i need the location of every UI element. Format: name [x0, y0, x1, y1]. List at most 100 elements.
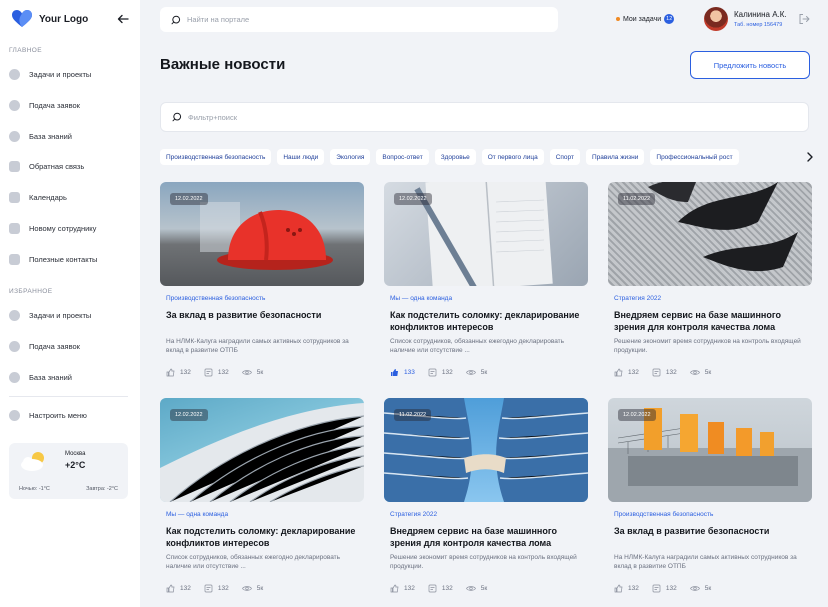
logo-text: Your Logo	[39, 13, 89, 25]
comment-count: 132	[441, 585, 453, 592]
comment-icon	[428, 584, 437, 593]
sidebar-item-calendar[interactable]: Календарь	[9, 189, 131, 205]
info-icon	[9, 130, 20, 142]
favorite-item-requests[interactable]: Подача заявок	[9, 338, 131, 354]
view-count: 5к	[480, 369, 488, 376]
like-button[interactable]: 132	[166, 584, 191, 593]
sidebar-item-label: Календарь	[29, 192, 67, 202]
thumbs-up-icon	[166, 368, 175, 377]
sidebar-item-requests[interactable]: Подача заявок	[9, 97, 131, 113]
views: 5к	[689, 584, 711, 593]
news-image: 12.02.2022	[384, 182, 588, 286]
settings-menu-label: Настроить меню	[29, 410, 87, 420]
favorite-item-tasks[interactable]: Задачи и проекты	[9, 307, 131, 323]
sidebar-item-knowledge[interactable]: База знаний	[9, 128, 131, 144]
category-chip[interactable]: От первого лица	[481, 149, 544, 165]
news-title[interactable]: Внедряем сервис на базе машинного зрения…	[614, 309, 810, 333]
comments-button[interactable]: 132	[204, 584, 229, 593]
news-stats: 132 132 5к	[166, 584, 276, 593]
news-category[interactable]: Мы — одна команда	[166, 511, 228, 518]
category-chip[interactable]: Профессиональный рост	[650, 149, 739, 165]
category-chip[interactable]: Правила жизни	[586, 149, 645, 165]
comments-button[interactable]: 132	[652, 368, 677, 377]
news-category[interactable]: Производственная безопасность	[166, 295, 265, 302]
my-tasks-button[interactable]: Мои задачи 12	[616, 14, 675, 24]
news-stats: 132 132 5к	[390, 584, 500, 593]
news-category[interactable]: Производственная безопасность	[614, 511, 713, 518]
favorite-item-knowledge[interactable]: База знаний	[9, 369, 131, 385]
comment-icon	[204, 584, 213, 593]
news-category[interactable]: Мы — одна команда	[390, 295, 452, 302]
news-image: 11.02.2022	[608, 182, 812, 286]
heart-logo-icon	[12, 10, 32, 27]
settings-menu-button[interactable]: Настроить меню	[9, 407, 131, 423]
category-chip[interactable]: Экология	[330, 149, 371, 165]
category-chip[interactable]: Спорт	[549, 149, 580, 165]
propose-news-button[interactable]: Предложить новость	[690, 51, 810, 79]
comments-button[interactable]: 132	[204, 368, 229, 377]
collapse-sidebar-icon[interactable]	[116, 12, 130, 26]
logo[interactable]: Your Logo	[12, 10, 130, 28]
news-description: Список сотрудников, обязанных ежегодно д…	[390, 338, 565, 354]
comments-button[interactable]: 132	[428, 368, 453, 377]
comment-icon	[652, 584, 661, 593]
chips-fade	[760, 149, 794, 165]
search-icon	[171, 15, 181, 24]
news-title[interactable]: За вклад в развитие безопасности	[166, 309, 362, 321]
news-card[interactable]: 12.02.2022 Мы — одна команда Как подстел…	[160, 398, 364, 598]
avatar[interactable]	[704, 7, 728, 31]
category-chip[interactable]: Производственная безопасность	[160, 149, 272, 165]
news-category[interactable]: Стратегия 2022	[614, 295, 661, 302]
category-chip[interactable]: Здоровье	[434, 149, 476, 165]
eye-icon	[689, 370, 700, 375]
news-description: Решение экономит время сотрудников на ко…	[614, 338, 801, 354]
like-button[interactable]: 132	[614, 584, 639, 593]
news-description: На НЛМК-Калуга наградили самых активных …	[614, 554, 797, 570]
sidebar-item-newcomer[interactable]: Новому сотруднику	[9, 220, 131, 236]
news-card[interactable]: 11.02.2022 Стратегия 2022 Внедряем серви…	[608, 182, 812, 382]
users-icon	[9, 99, 20, 111]
news-description: Список сотрудников, обязанных ежегодно д…	[166, 554, 341, 570]
news-category[interactable]: Стратегия 2022	[390, 511, 437, 518]
like-button[interactable]: 133	[390, 368, 415, 377]
category-chip[interactable]: Вопрос-ответ	[376, 149, 429, 165]
filter-search-input[interactable]	[188, 112, 488, 122]
news-card[interactable]: 12.02.2022 Мы — одна команда Как подстел…	[384, 182, 588, 382]
portal-search[interactable]	[160, 7, 558, 32]
users-icon	[9, 340, 20, 352]
like-button[interactable]: 132	[166, 368, 191, 377]
category-chip[interactable]: Наши люди	[277, 149, 325, 165]
gear-icon	[9, 409, 20, 421]
news-description: Решение экономит время сотрудников на ко…	[390, 554, 577, 570]
news-title[interactable]: Как подстелить соломку: декларирование к…	[166, 525, 362, 549]
user-id: Таб. номер 156479	[734, 22, 783, 28]
comments-button[interactable]: 132	[428, 584, 453, 593]
filter-search[interactable]	[160, 102, 809, 132]
info-icon	[9, 371, 20, 383]
sidebar-item-label: Подача заявок	[29, 100, 80, 110]
comments-button[interactable]: 132	[652, 584, 677, 593]
tasks-status-dot	[616, 17, 620, 21]
like-button[interactable]: 132	[614, 368, 639, 377]
sidebar-item-feedback[interactable]: Обратная связь	[9, 158, 131, 174]
sidebar-item-tasks[interactable]: Задачи и проекты	[9, 66, 131, 82]
comment-count: 132	[217, 369, 229, 376]
comment-count: 132	[217, 585, 229, 592]
news-title[interactable]: Внедряем сервис на базе машинного зрения…	[390, 525, 586, 549]
news-card[interactable]: 12.02.2022 Производственная безопасность…	[160, 182, 364, 382]
user-name[interactable]: Калинина А.К.	[734, 10, 787, 19]
news-card[interactable]: 12.02.2022 Производственная безопасность…	[608, 398, 812, 598]
document-icon	[9, 222, 20, 234]
weather-widget: Москва +2°C Ночью: -1°C Завтра: -2°C	[9, 443, 128, 499]
news-title[interactable]: За вклад в развитие безопасности	[614, 525, 810, 537]
sidebar-item-label: Задачи и проекты	[29, 69, 92, 79]
news-title[interactable]: Как подстелить соломку: декларирование к…	[390, 309, 586, 333]
like-button[interactable]: 132	[390, 584, 415, 593]
like-count: 132	[180, 585, 191, 592]
news-card[interactable]: 11.02.2022 Стратегия 2022 Внедряем серви…	[384, 398, 588, 598]
logout-icon[interactable]	[798, 13, 810, 25]
sidebar-item-label: Полезные контакты	[29, 254, 98, 264]
chevron-right-icon[interactable]	[805, 151, 815, 163]
sidebar-item-contacts[interactable]: Полезные контакты	[9, 251, 131, 267]
portal-search-input[interactable]	[187, 15, 487, 24]
